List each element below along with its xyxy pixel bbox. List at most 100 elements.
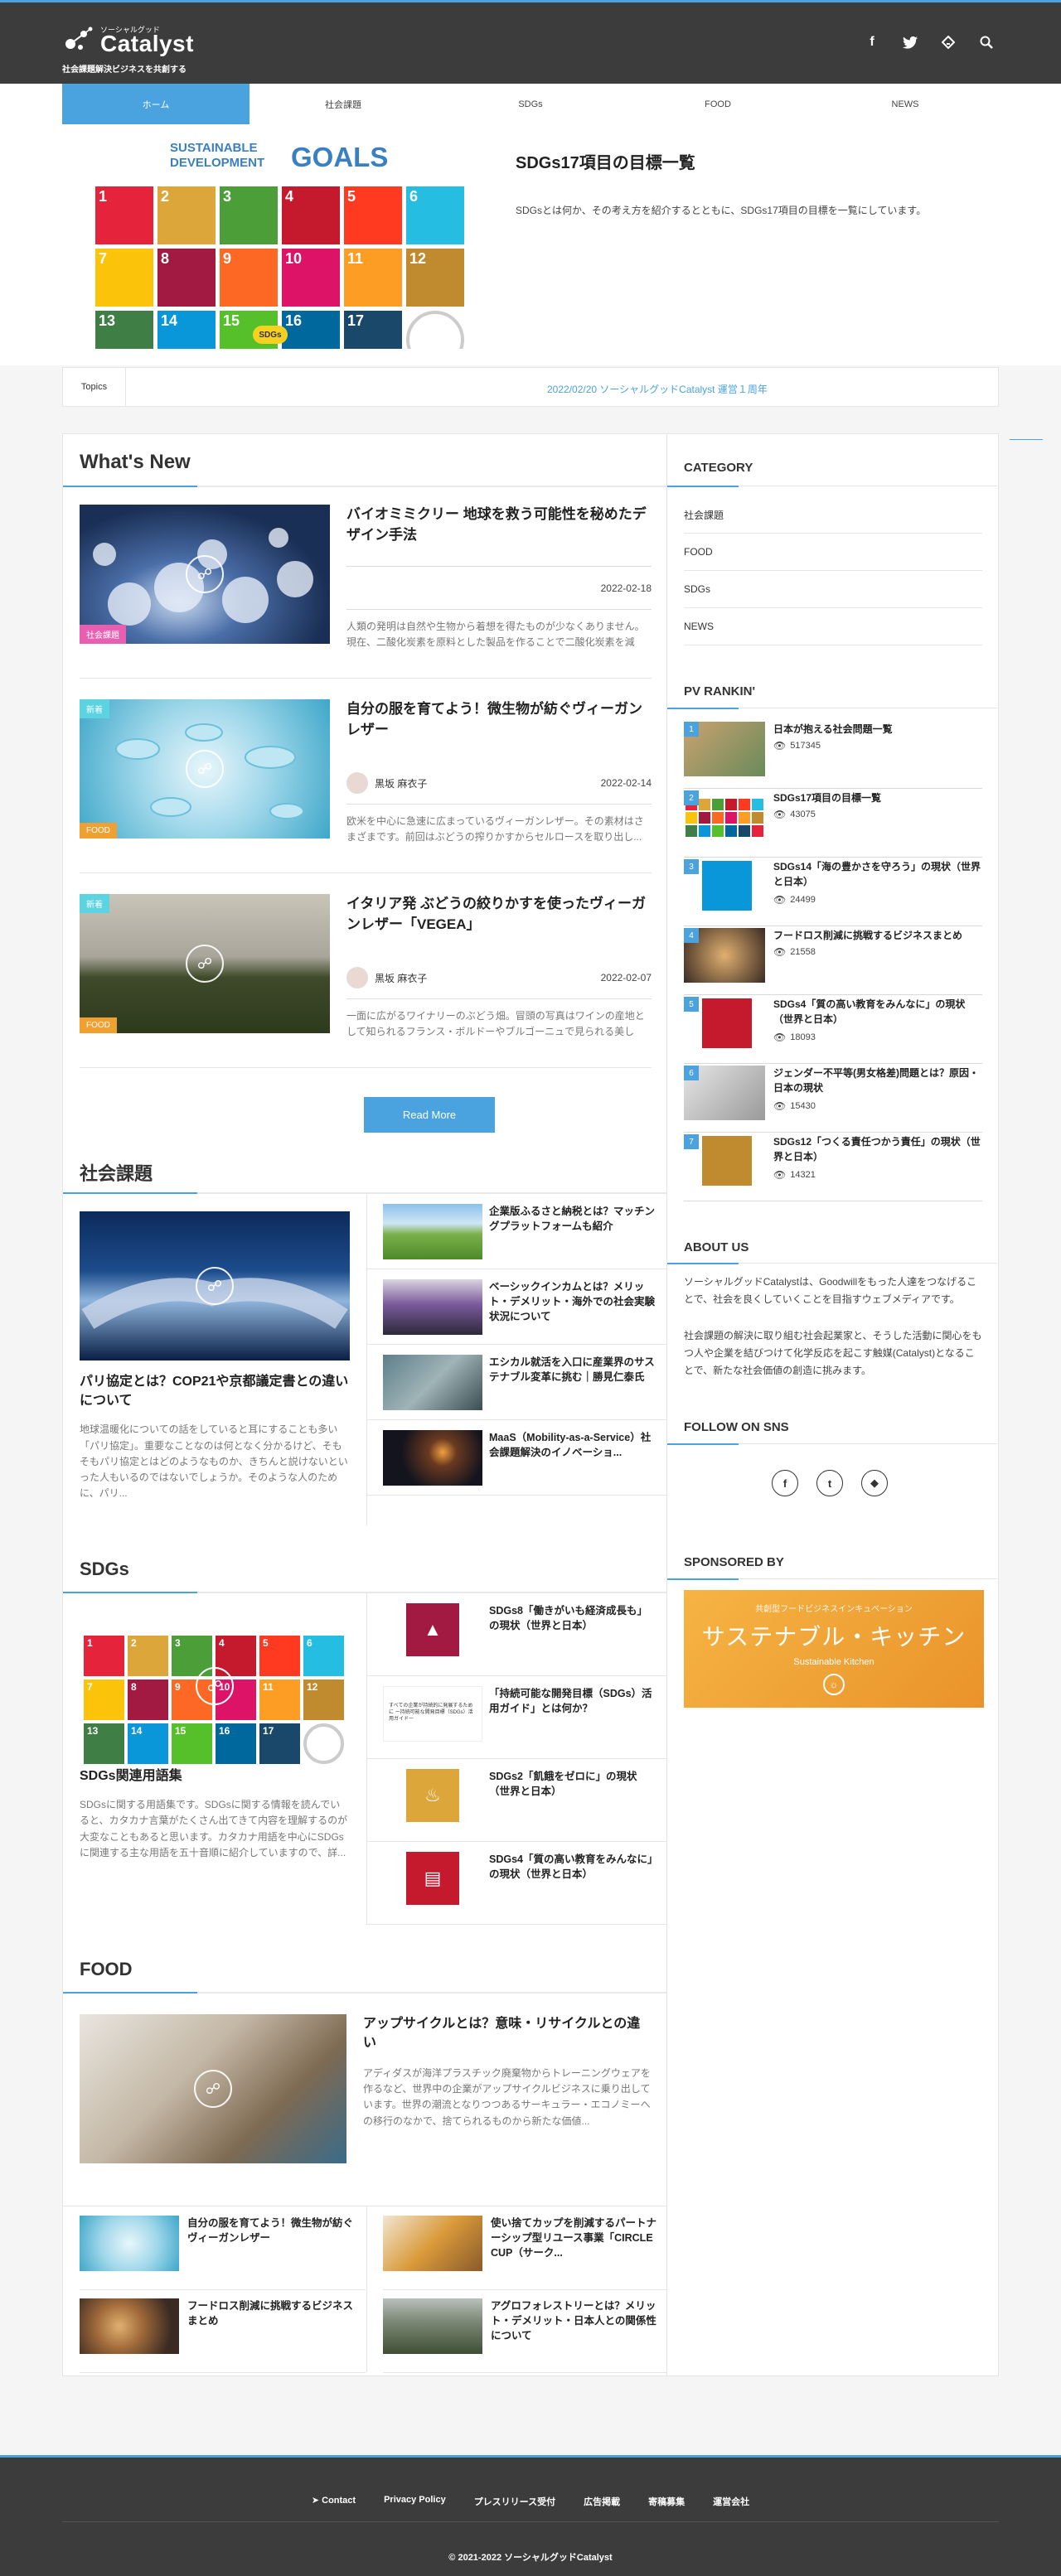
twitter-icon[interactable]	[902, 34, 918, 51]
list-title[interactable]: アグロフォレストリーとは？メリット・デメリット・日本人との関係性について	[491, 2298, 661, 2343]
feature-thumbnail[interactable]: ☍	[80, 1211, 350, 1360]
ranking-item[interactable]: 1 日本が抱える社会問題一覧 👁 517345	[684, 720, 982, 789]
post-thumbnail[interactable]: ☍ 新着 FOOD	[80, 699, 330, 839]
list-item[interactable]: ♨ SDGs2「飢餓をゼロに」の現状（世界と日本）	[366, 1759, 668, 1842]
feature-title[interactable]: アップサイクルとは？意味・リサイクルとの違い	[363, 2014, 652, 2052]
list-item[interactable]: ベーシックインカムとは？メリット・デメリット・海外での社会実験状況について	[366, 1269, 668, 1345]
nav-item-home[interactable]: ホーム	[62, 84, 250, 124]
feedly-icon[interactable]: ◆	[861, 1470, 888, 1496]
footer-link-contribute[interactable]: 寄稿募集	[648, 2495, 685, 2508]
feature-post[interactable]: ☍ パリ協定とは？COP21や京都議定書との違いについて 地球温暖化についての話…	[80, 1211, 350, 1501]
list-thumbnail[interactable]	[383, 1355, 482, 1410]
list-title[interactable]: ベーシックインカムとは？メリット・デメリット・海外での社会実験状況について	[489, 1279, 655, 1324]
hero-title[interactable]: SDGs17項目の目標一覧	[516, 149, 695, 173]
list-item[interactable]: 自分の服を育てよう！微生物が紡ぐヴィーガンレザー	[80, 2207, 366, 2290]
list-thumbnail[interactable]	[383, 1430, 482, 1486]
list-item[interactable]: アグロフォレストリーとは？メリット・デメリット・日本人との関係性について	[383, 2290, 669, 2373]
nav-item-news[interactable]: NEWS	[811, 84, 999, 124]
nav-item-sdgs[interactable]: SDGs	[437, 84, 624, 124]
list-item[interactable]: ▲ SDGs8「働きがいも経済成長も」の現状（世界と日本）	[366, 1593, 668, 1676]
list-item[interactable]: 使い捨てカップを削減するパートナーシップ型リユース事業「CIRCLE CUP（サ…	[383, 2207, 669, 2290]
list-thumbnail[interactable]: ▲	[383, 1603, 482, 1659]
nav-item-food[interactable]: FOOD	[624, 84, 811, 124]
list-thumbnail[interactable]: ▤	[383, 1852, 482, 1907]
list-title[interactable]: フードロス削減に挑戦するビジネスまとめ	[187, 2298, 357, 2328]
category-item[interactable]: SDGs	[684, 571, 982, 608]
list-thumbnail[interactable]	[383, 1279, 482, 1335]
list-thumbnail[interactable]: すべての企業が持続的に発展するために ー持続可能な開発目標（SDGs）活用ガイド…	[383, 1686, 482, 1742]
list-item[interactable]: すべての企業が持続的に発展するために ー持続可能な開発目標（SDGs）活用ガイド…	[366, 1676, 668, 1759]
feedly-icon[interactable]	[940, 34, 957, 51]
read-more-button[interactable]: Read More	[364, 1097, 495, 1133]
list-title[interactable]: 自分の服を育てよう！微生物が紡ぐヴィーガンレザー	[187, 2216, 357, 2245]
ranking-title[interactable]: フードロス削減に挑戦するビジネスまとめ	[773, 928, 982, 943]
feature-title[interactable]: パリ協定とは？COP21や京都議定書との違いについて	[80, 1372, 350, 1410]
twitter-icon[interactable]: t	[816, 1470, 843, 1496]
list-item[interactable]: エシカル就活を入口に産業界のサステナブル変革に挑む｜勝見仁泰氏	[366, 1345, 668, 1420]
ranking-title[interactable]: SDGs12「つくる責任つかう責任」の現状（世界と日本）	[773, 1134, 982, 1164]
list-title[interactable]: 「持続可能な開発目標（SDGs）活用ガイド」とは何か？	[489, 1686, 655, 1716]
post-thumbnail[interactable]: ☍ 社会課題	[80, 505, 330, 644]
ranking-item[interactable]: 4 フードロス削減に挑戦するビジネスまとめ 👁 21558	[684, 926, 982, 995]
list-thumbnail[interactable]	[80, 2216, 179, 2271]
post-author[interactable]: 黒坂 麻衣子	[346, 772, 427, 794]
list-title[interactable]: 企業版ふるさと納税とは？マッチングプラットフォームも紹介	[489, 1204, 655, 1234]
feature-title[interactable]: SDGs関連用語集	[80, 1766, 350, 1786]
list-thumbnail[interactable]	[80, 2298, 179, 2354]
footer-link-press[interactable]: プレスリリース受付	[474, 2495, 555, 2508]
list-title[interactable]: エシカル就活を入口に産業界のサステナブル変革に挑む｜勝見仁泰氏	[489, 1355, 655, 1385]
facebook-icon[interactable]: f	[772, 1470, 798, 1496]
ranking-title[interactable]: SDGs4「質の高い教育をみんなに」の現状（世界と日本）	[773, 997, 982, 1027]
ranking-item[interactable]: 6 ジェンダー不平等(男女格差)問題とは？原因・日本の現状 👁 15430	[684, 1064, 982, 1133]
footer-link-privacy[interactable]: Privacy Policy	[384, 2495, 446, 2508]
nav-item-social[interactable]: 社会課題	[250, 84, 437, 124]
list-title[interactable]: SDGs2「飢餓をゼロに」の現状（世界と日本）	[489, 1769, 655, 1799]
category-item[interactable]: NEWS	[684, 608, 982, 645]
post-title[interactable]: イタリア発 ぶどうの絞りかすを使ったヴィーガンレザー「VEGEA」	[346, 894, 652, 935]
list-title[interactable]: 使い捨てカップを削減するパートナーシップ型リユース事業「CIRCLE CUP（サ…	[491, 2216, 661, 2260]
ranking-title[interactable]: ジェンダー不平等(男女格差)問題とは？原因・日本の現状	[773, 1066, 982, 1095]
post-author[interactable]: 黒坂 麻衣子	[346, 967, 427, 988]
list-title[interactable]: SDGs4「質の高い教育をみんなに」の現状（世界と日本）	[489, 1852, 655, 1882]
post-card[interactable]: ☍ 社会課題 バイオミミクリー 地球を救う可能性を秘めたデザイン手法 2022-…	[80, 505, 652, 679]
ranking-item[interactable]: 7 SDGs12「つくる責任つかう責任」の現状（世界と日本） 👁 14321	[684, 1133, 982, 1201]
list-item[interactable]: MaaS（Mobility-as-a-Service）社会課題解決のイノベーショ…	[366, 1420, 668, 1496]
category-badge[interactable]: 社会課題	[80, 625, 126, 644]
hero-image[interactable]: SUSTAINABLE DEVELOPMENT GOALS 1234567891…	[79, 137, 466, 349]
list-item[interactable]: 企業版ふるさと納税とは？マッチングプラットフォームも紹介	[366, 1194, 668, 1269]
footer-link-ads[interactable]: 広告掲載	[584, 2495, 620, 2508]
post-card[interactable]: ☍ 新着 FOOD 自分の服を育てよう！微生物が紡ぐヴィーガンレザー 黒坂 麻衣…	[80, 699, 652, 873]
post-title[interactable]: バイオミミクリー 地球を救う可能性を秘めたデザイン手法	[346, 505, 652, 545]
category-item[interactable]: 社会課題	[684, 496, 982, 534]
facebook-icon[interactable]: f	[864, 34, 880, 51]
feature-thumbnail[interactable]: 1 2 3 4 5 6 7 8 9 10 11 12 13 14 15 16 17 ☍	[80, 1607, 350, 1765]
category-item[interactable]: FOOD	[684, 534, 982, 571]
ranking-title[interactable]: SDGs17項目の目標一覧	[773, 790, 982, 805]
search-icon[interactable]	[978, 34, 995, 51]
ranking-item[interactable]: 2 SDGs17項目の目標一覧 👁 43075	[684, 789, 982, 858]
post-title[interactable]: 自分の服を育てよう！微生物が紡ぐヴィーガンレザー	[346, 699, 652, 740]
topics-link[interactable]: 2022/02/20 ソーシャルグッドCatalyst 運営１周年	[547, 382, 768, 396]
list-item[interactable]: フードロス削減に挑戦するビジネスまとめ	[80, 2290, 366, 2373]
post-thumbnail[interactable]: ☍ 新着 FOOD	[80, 894, 330, 1033]
ranking-item[interactable]: 3 SDGs14「海の豊かさを守ろう」の現状（世界と日本） 👁 24499	[684, 858, 982, 926]
footer-link-contact[interactable]: ➤ Contact	[312, 2495, 356, 2508]
category-badge[interactable]: FOOD	[80, 1017, 117, 1033]
list-thumbnail[interactable]	[383, 2216, 482, 2271]
footer-link-company[interactable]: 運営会社	[713, 2495, 749, 2508]
ranking-title[interactable]: SDGs14「海の豊かさを守ろう」の現状（世界と日本）	[773, 859, 982, 889]
feature-thumbnail[interactable]: ☍	[80, 2014, 346, 2163]
ranking-item[interactable]: 5 SDGs4「質の高い教育をみんなに」の現状（世界と日本） 👁 18093	[684, 995, 982, 1064]
list-title[interactable]: MaaS（Mobility-as-a-Service）社会課題解決のイノベーショ…	[489, 1430, 655, 1460]
list-thumbnail[interactable]: ♨	[383, 1769, 482, 1824]
post-card[interactable]: ☍ 新着 FOOD イタリア発 ぶどうの絞りかすを使ったヴィーガンレザー「VEG…	[80, 894, 652, 1068]
category-badge[interactable]: FOOD	[80, 823, 117, 839]
list-item[interactable]: ▤ SDGs4「質の高い教育をみんなに」の現状（世界と日本）	[366, 1842, 668, 1925]
list-title[interactable]: SDGs8「働きがいも経済成長も」の現状（世界と日本）	[489, 1603, 655, 1633]
feature-post[interactable]: ☍ アップサイクルとは？意味・リサイクルとの違い アディダスが海洋プラスチック廃…	[80, 2014, 652, 2180]
ranking-title[interactable]: 日本が抱える社会問題一覧	[773, 722, 982, 737]
list-thumbnail[interactable]	[383, 2298, 482, 2354]
sponsor-banner[interactable]: 共創型フードビジネスインキュベーション サステナブル・キッチン Sustaina…	[684, 1590, 984, 1708]
feature-post[interactable]: 1 2 3 4 5 6 7 8 9 10 11 12 13 14 15 16 17 ☍ SDGs関連用語集 SD…	[80, 1607, 350, 1861]
list-thumbnail[interactable]	[383, 1204, 482, 1259]
